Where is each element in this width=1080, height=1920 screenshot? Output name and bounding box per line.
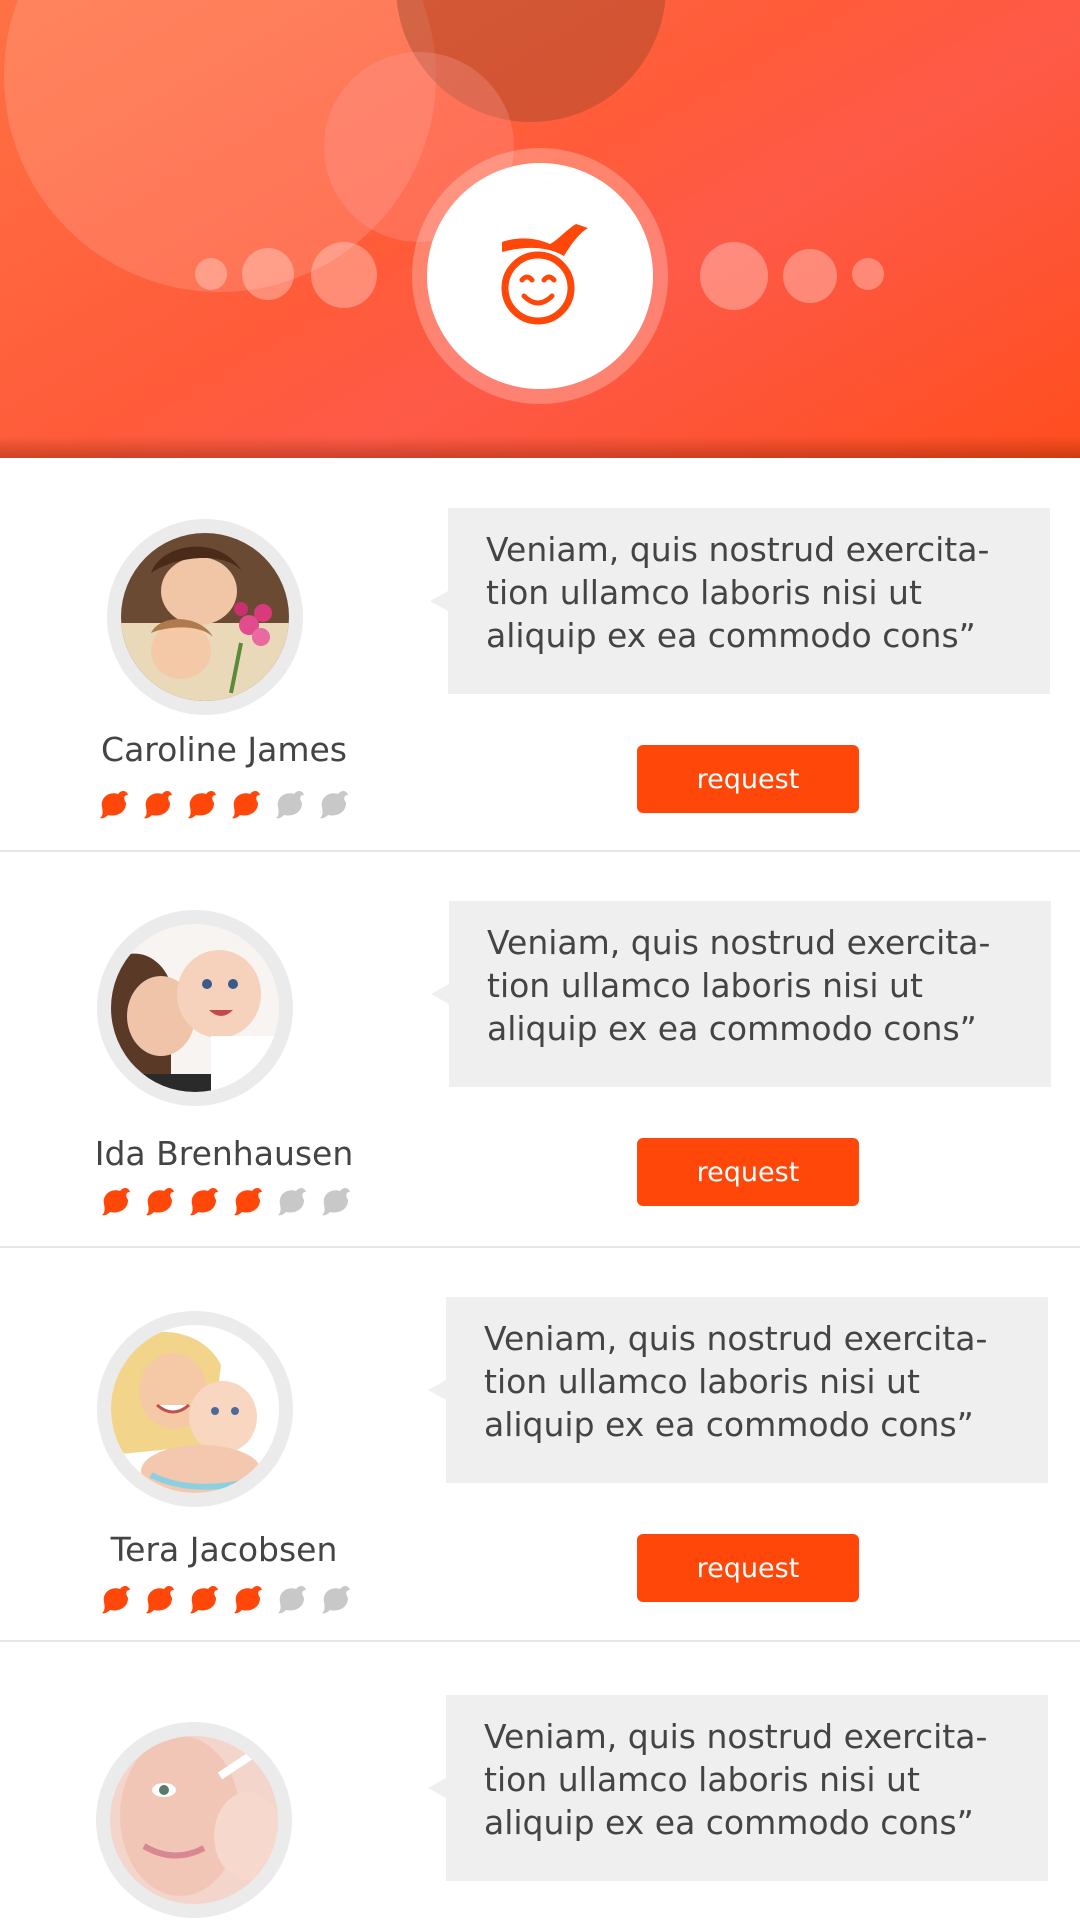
header-banner [0,0,1080,458]
decorative-dot [242,248,294,300]
quote-line: Veniam, quis nostrud exercita- [484,1717,988,1756]
mother-holding-baby-closeup-photo [110,1736,278,1904]
quote-line: aliquip ex ea commodo cons” [484,1405,974,1444]
app-logo[interactable] [427,163,653,389]
list-item[interactable]: Tera Jacobsen Veniam, quis nostrud exerc… [0,1248,1080,1642]
avatar [97,1311,293,1507]
caregiver-name: Caroline James [101,730,347,769]
bird-empty-icon [322,1188,350,1216]
bird-filled-icon [146,1188,174,1216]
quote-line: Veniam, quis nostrud exercita- [487,923,991,962]
quote-line: aliquip ex ea commodo cons” [486,616,976,655]
rating [98,1580,354,1620]
avatar [107,519,303,715]
bird-empty-icon [278,1188,306,1216]
bird-filled-icon [102,1586,130,1614]
bird-filled-icon [102,1188,130,1216]
quote-line: tion ullamco laboris nisi ut [484,1362,920,1401]
request-button[interactable]: request [637,745,859,813]
bird-empty-icon [276,791,304,819]
bird-empty-icon [320,791,348,819]
decorative-dot [195,258,227,290]
app-screen: Caroline James Veniam, quis nostrud exer… [0,0,1080,1920]
blonde-mother-with-baby-photo [111,1325,279,1493]
bird-filled-icon [234,1188,262,1216]
quote-bubble: Veniam, quis nostrud exercita- tion ulla… [428,1297,1048,1483]
list-item[interactable]: Caroline James Veniam, quis nostrud exer… [0,458,1080,852]
rating [96,785,352,825]
bird-filled-icon [232,791,260,819]
decorative-dot [783,249,837,303]
list-item[interactable]: Veniam, quis nostrud exercita- tion ulla… [0,1642,1080,1920]
bird-filled-icon [190,1586,218,1614]
decorative-dot [852,258,884,290]
request-button[interactable]: request [637,1138,859,1206]
quote-bubble: Veniam, quis nostrud exercita- tion ulla… [428,1695,1048,1881]
bird-filled-icon [100,791,128,819]
bird-filled-icon [144,791,172,819]
quote-line: Veniam, quis nostrud exercita- [484,1319,988,1358]
quote-line: Veniam, quis nostrud exercita- [486,530,990,569]
list-item[interactable]: Ida Brenhausen Veniam, quis nostrud exer… [0,852,1080,1248]
bird-filled-icon [234,1586,262,1614]
bird-filled-icon [190,1188,218,1216]
avatar [97,910,293,1106]
avatar [96,1722,292,1918]
rating [98,1182,354,1222]
request-button[interactable]: request [637,1534,859,1602]
quote-line: tion ullamco laboris nisi ut [484,1760,920,1799]
bird-empty-icon [322,1586,350,1614]
quote-line: aliquip ex ea commodo cons” [487,1009,977,1048]
decorative-dot [311,242,377,308]
bird-filled-icon [146,1586,174,1614]
smiling-face-logo-icon [501,224,588,325]
mother-and-daughter-with-flowers-photo [121,533,289,701]
quote-bubble: Veniam, quis nostrud exercita- tion ulla… [430,508,1050,694]
quote-line: tion ullamco laboris nisi ut [487,966,923,1005]
decorative-dot [700,242,768,310]
quote-line: aliquip ex ea commodo cons” [484,1803,974,1842]
bird-empty-icon [278,1586,306,1614]
mother-kissing-baby-photo [111,924,279,1092]
caregiver-name: Tera Jacobsen [110,1530,338,1569]
quote-bubble: Veniam, quis nostrud exercita- tion ulla… [431,901,1051,1087]
caregiver-name: Ida Brenhausen [94,1134,354,1173]
bird-filled-icon [188,791,216,819]
quote-line: tion ullamco laboris nisi ut [486,573,922,612]
